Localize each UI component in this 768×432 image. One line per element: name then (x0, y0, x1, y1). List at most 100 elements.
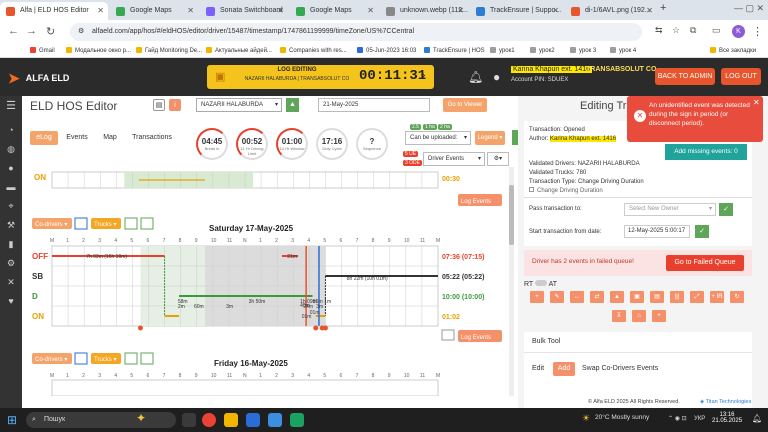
dashboard-icon[interactable]: ◔ (4, 125, 18, 135)
edit-tool-button[interactable]: ✎ (550, 291, 564, 303)
chevron-right-icon[interactable]: › (422, 70, 425, 81)
confirm-date-button[interactable]: ✓ (695, 225, 709, 238)
edit-tool-button[interactable]: + (530, 291, 544, 303)
browser-tab[interactable]: unknown.webp (112... ✕ (380, 2, 468, 20)
edit-tool-button[interactable]: ||| (670, 291, 684, 303)
truck-icon[interactable]: ▬ (4, 182, 18, 192)
wrench-icon[interactable]: ⚒ (4, 220, 18, 231)
mail-icon[interactable] (268, 413, 282, 427)
bell-icon[interactable]: 🔔︎ (468, 70, 483, 84)
app-logo[interactable]: ➤ ALFA ELD (8, 70, 69, 87)
users-icon[interactable]: ● (4, 163, 18, 173)
bookmark-star-icon[interactable]: ☆ (672, 25, 680, 36)
edit-tool-button[interactable]: ▣ (630, 291, 644, 303)
bookmark-item[interactable]: урок1 (490, 45, 515, 57)
taskbar-clock[interactable]: 13:16 21.05.2025 (712, 412, 742, 424)
checkbox[interactable] (529, 187, 534, 192)
rt-at-toggle[interactable]: RT AT (524, 280, 557, 288)
bookmark-item[interactable]: урок2 (530, 45, 555, 57)
edit-tool-button[interactable]: ⌂ (632, 310, 646, 322)
confirm-owner-button[interactable]: ✓ (719, 203, 733, 216)
bookmark-item[interactable]: Модальное окно р... (66, 45, 131, 57)
date-input[interactable]: 21-May-2025 (318, 98, 430, 112)
bulk-tab-add[interactable]: Add (553, 362, 575, 376)
bookmark-item[interactable]: урок 4 (610, 45, 636, 57)
bookmark-item[interactable]: 05-Jun-2023 16:03 (357, 45, 416, 57)
transaction-type-checkbox[interactable]: Change Driving Duration (529, 187, 603, 194)
close-tab-icon[interactable]: ✕ (457, 2, 464, 20)
reload-icon[interactable]: ↻ (46, 25, 55, 38)
edit-tool-button[interactable]: ⊼ (612, 310, 626, 322)
bulk-tab-edit[interactable]: Edit (532, 363, 544, 375)
chrome-icon[interactable] (202, 413, 216, 427)
windows-start-icon[interactable]: ⊞ (7, 413, 17, 427)
bookmark-item[interactable]: Companies with res... (280, 45, 347, 57)
edit-tool-button[interactable]: ⇄ (590, 291, 604, 303)
bookmark-item[interactable]: Все закладки (710, 45, 756, 57)
globe-icon[interactable]: ◍ (4, 144, 18, 155)
settings-dropdown[interactable]: ⚙▾ (487, 152, 509, 166)
language-indicator[interactable]: УКР (694, 416, 705, 422)
browser-tab[interactable]: Google Maps ✕ (290, 2, 378, 20)
edit-tool-button[interactable]: ▤ (650, 291, 664, 303)
site-info-icon[interactable]: ⚙ (78, 23, 84, 41)
bookmark-item[interactable]: Gmail (30, 45, 55, 57)
main-scrollbar-thumb[interactable] (509, 185, 514, 245)
menu-icon[interactable]: ⋮ (752, 25, 763, 38)
user-icon[interactable]: ● (493, 70, 500, 84)
log-editing-driver[interactable]: NAZARII HALABURDA | TRANSABSOLUT CO (237, 76, 357, 82)
document-icon[interactable]: ▤ (153, 99, 165, 111)
browser-tab[interactable]: di-1/6AVL.png (192... ✕ (565, 2, 657, 20)
browser-tab[interactable]: Alfa | ELD HOS Editor ✕ (0, 2, 108, 20)
tab-elog[interactable]: eLog (30, 131, 58, 145)
bookmark-item[interactable]: TrackEnsure | HOS (424, 45, 485, 57)
sidepanel-icon[interactable]: ▭ (712, 25, 721, 36)
rt-at-switch[interactable] (535, 280, 548, 286)
add-missing-events-button[interactable]: Add missing events: 0 (665, 144, 747, 160)
new-owner-select[interactable]: Select New Owner ▾ (624, 203, 716, 216)
edit-tool-button[interactable]: ▲ (610, 291, 624, 303)
tab-transactions[interactable]: Transactions (126, 131, 178, 145)
back-to-admin-button[interactable]: BACK TO ADMIN (655, 68, 715, 85)
taskbar-search[interactable]: ⌕ Пошук (26, 412, 176, 428)
info-icon[interactable]: i (169, 99, 181, 111)
widgets-icon[interactable]: ✦ (136, 411, 146, 425)
tools-icon[interactable]: ✕ (4, 277, 18, 288)
go-to-failed-queue-button[interactable]: Go to Failed Queue (666, 255, 744, 271)
tray-icons[interactable]: ⌃ ◉ ⊡ (668, 415, 687, 422)
browser-tab[interactable]: Google Maps ✕ (110, 2, 198, 20)
signal-icon[interactable]: ▮ (4, 239, 18, 250)
unidentified-events-badge[interactable]: 5 UE (403, 151, 419, 157)
weather-text[interactable]: 20°C Mostly sunny (595, 414, 649, 421)
gear-icon[interactable]: ⚙ (4, 258, 18, 269)
bookmark-item[interactable]: урок 3 (570, 45, 596, 57)
driver-person-icon[interactable]: ▲ (286, 98, 299, 112)
close-tab-icon[interactable]: ✕ (97, 2, 104, 20)
tab-map[interactable]: Map (97, 131, 123, 145)
new-tab-icon[interactable]: + (660, 2, 666, 14)
hamburger-icon[interactable]: ☰ (4, 99, 18, 112)
close-tab-icon[interactable]: ✕ (367, 2, 374, 20)
event-marker[interactable] (322, 325, 328, 331)
translate-icon[interactable]: ⇆ (655, 25, 663, 36)
forward-icon[interactable]: → (26, 25, 37, 37)
log-out-button[interactable]: LOG OUT (721, 68, 761, 85)
close-icon[interactable]: ✕ (753, 98, 760, 107)
close-tab-icon[interactable]: ✕ (187, 2, 194, 20)
refresh-icon[interactable] (140, 217, 154, 230)
extensions-icon[interactable]: ⧉ (690, 25, 696, 36)
browser-tab[interactable]: TrackEnsure | Suppo... ✕ (470, 2, 563, 20)
bookmark-item[interactable]: Актуальные айдей... (206, 45, 272, 57)
profile-avatar[interactable]: K (732, 25, 745, 38)
refresh-icon[interactable] (140, 352, 154, 365)
url-input[interactable]: ⚙ alfaeld.com/app/hos/#/eldHOS/editor/dri… (70, 23, 642, 41)
close-tab-icon[interactable]: ✕ (277, 2, 284, 20)
edit-tool-button[interactable]: ↻ (730, 291, 744, 303)
heart-icon[interactable]: ♥ (4, 296, 18, 306)
task-view-icon[interactable] (182, 413, 196, 427)
location-icon[interactable]: ⌖ (4, 201, 18, 212)
edit-tool-button[interactable]: ↔ (570, 291, 584, 303)
bookmark-item[interactable]: Гайд Monitoring De... (136, 45, 202, 57)
sheets-icon[interactable] (290, 413, 304, 427)
bulk-tab-swap[interactable]: Swap Co-Drivers Events (582, 363, 658, 375)
